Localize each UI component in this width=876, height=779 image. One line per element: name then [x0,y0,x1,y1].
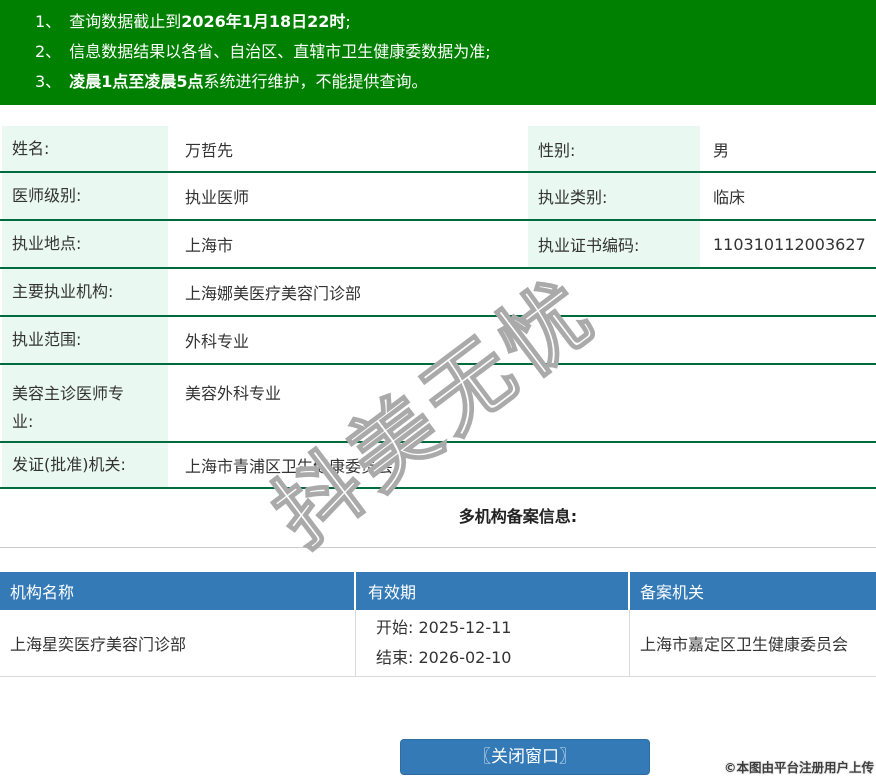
main-institution-value: 上海娜美医疗美容门诊部 [185,284,362,303]
cosmetic-specialty-label: 美容主诊医师专业: [2,365,168,441]
doctor-level-label: 医师级别: [2,173,168,219]
record-validity: 开始: 2025-12-11 结束: 2026-02-10 [356,610,630,676]
notice-line-3: 3、 凌晨1点至凌晨5点系统进行维护，不能提供查询。 [0,67,876,97]
practice-location-label: 执业地点: [2,221,168,267]
info-row-level-category: 医师级别: 执业医师 执业类别: 临床 [0,173,876,221]
notice-line-2: 2、 信息数据结果以各省、自治区、直辖市卫生健康委数据为准; [0,37,876,67]
practitioner-info-table: 姓名: 万哲先 性别: 男 医师级别: 执业医师 执业类别: 临床 执业地点: … [0,126,876,489]
practice-scope-value: 外科专业 [185,332,250,351]
column-header-org-name: 机构名称 [0,572,356,610]
cosmetic-specialty-value: 美容外科专业 [185,384,282,403]
info-row-issuing-authority: 发证(批准)机关: 上海市青浦区卫生健康委员会 [0,443,876,489]
practice-location-value: 上海市 [185,236,234,255]
section-divider [0,547,876,548]
notice-text: 信息数据结果以各省、自治区、直辖市卫生健康委数据为准; [69,42,491,61]
notice-text: ; [345,12,351,31]
notice-text-bold: 凌晨1点至凌晨5点 [69,72,204,91]
close-window-button[interactable]: 〖关闭窗口〗 [400,739,650,775]
practice-scope-label: 执业范围: [2,317,168,363]
doctor-level-value: 执业医师 [185,188,250,207]
copyright-notice: ©本图由平台注册用户上传 [723,760,874,775]
certificate-number-label: 执业证书编码: [528,221,700,267]
record-org-name: 上海星奕医疗美容门诊部 [0,610,356,676]
validity-end: 结束: 2026-02-10 [376,648,512,667]
notice-banner: 1、 查询数据截止到2026年1月18日22时; 2、 信息数据结果以各省、自治区、… [0,0,876,105]
validity-start: 开始: 2025-12-11 [376,618,512,637]
info-row-main-institution: 主要执业机构: 上海娜美医疗美容门诊部 [0,269,876,317]
issuing-authority-label: 发证(批准)机关: [2,443,168,487]
records-section-title: 多机构备案信息: [458,507,578,526]
certificate-number-value: 110310112003627 [713,234,866,254]
notice-line-1: 1、 查询数据截止到2026年1月18日22时; [0,7,876,37]
notice-line-number: 3、 [35,72,62,91]
practice-category-value: 临床 [713,188,746,207]
column-header-authority: 备案机关 [640,583,705,602]
notice-text: 查询数据截止到 [69,12,182,31]
name-label: 姓名: [2,126,168,171]
main-institution-label: 主要执业机构: [2,269,168,315]
gender-value: 男 [713,140,730,160]
notice-text-bold: 2026年1月18日22时 [181,12,346,31]
record-authority: 上海市嘉定区卫生健康委员会 [640,635,849,654]
name-value: 万哲先 [185,140,234,160]
query-result-page: 1、 查询数据截止到2026年1月18日22时; 2、 信息数据结果以各省、自治区、… [0,0,876,779]
info-row-location-certificate: 执业地点: 上海市 执业证书编码: 110310112003627 [0,221,876,269]
notice-line-number: 1、 [35,12,62,31]
info-row-name-gender: 姓名: 万哲先 性别: 男 [0,126,876,173]
practice-category-label: 执业类别: [528,173,700,219]
info-row-practice-scope: 执业范围: 外科专业 [0,317,876,365]
notice-text: 系统进行维护，不能提供查询。 [203,72,428,91]
issuing-authority-value: 上海市青浦区卫生健康委员会 [185,457,394,476]
column-header-validity: 有效期 [356,572,630,610]
notice-line-number: 2、 [35,42,62,61]
records-table: 机构名称 有效期 备案机关 上海星奕医疗美容门诊部 开始: 2025-12-11… [0,572,876,677]
record-row: 上海星奕医疗美容门诊部 开始: 2025-12-11 结束: 2026-02-1… [0,610,876,677]
records-table-header: 机构名称 有效期 备案机关 [0,572,876,610]
info-row-cosmetic-specialty: 美容主诊医师专业: 美容外科专业 [0,365,876,443]
gender-label: 性别: [528,126,700,171]
